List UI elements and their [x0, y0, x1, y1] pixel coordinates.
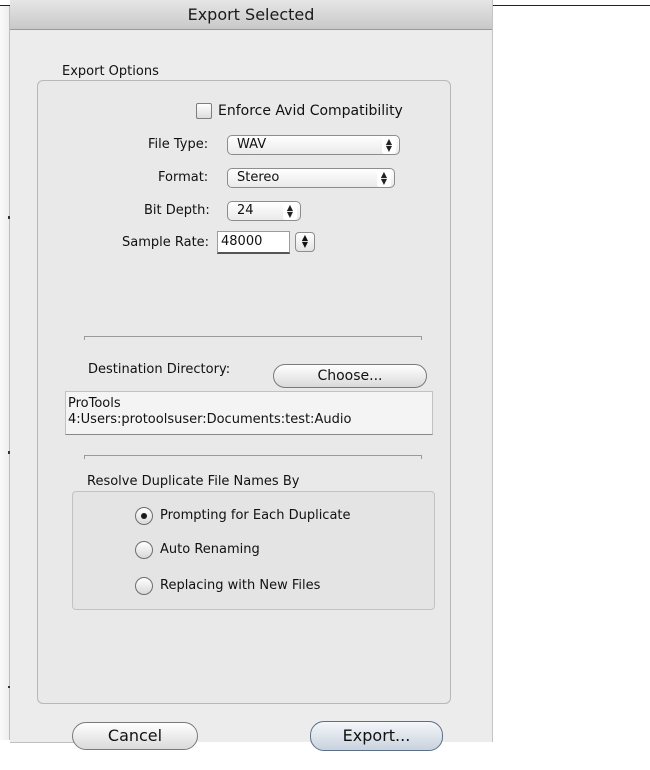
format-label: Format:: [158, 170, 209, 185]
destination-path-box: ProTools 4:Users:protoolsuser:Documents:…: [65, 391, 433, 435]
sample-rate-label: Sample Rate:: [122, 235, 210, 250]
format-select[interactable]: Stereo ▲ ▼: [227, 168, 395, 188]
file-type-label: File Type:: [148, 137, 209, 152]
up-down-arrows-icon: ▲ ▼: [382, 137, 396, 154]
export-button[interactable]: Export...: [310, 721, 443, 751]
separator: [84, 336, 422, 340]
radio-auto-renaming[interactable]: [135, 541, 153, 559]
dialog-title: Export Selected: [10, 0, 492, 30]
radio-replacing-label: Replacing with New Files: [160, 578, 321, 593]
radio-prompting-label: Prompting for Each Duplicate: [160, 508, 351, 523]
sample-rate-value: 48000: [221, 234, 263, 249]
bit-depth-label: Bit Depth:: [144, 203, 210, 218]
destination-path-text: ProTools 4:Users:protoolsuser:Documents:…: [68, 396, 352, 427]
radio-prompting[interactable]: [135, 507, 153, 525]
destination-directory-label: Destination Directory:: [88, 362, 231, 377]
choose-button[interactable]: Choose...: [273, 364, 427, 388]
bit-depth-select[interactable]: 24 ▲ ▼: [227, 201, 301, 221]
bit-depth-value: 24: [237, 203, 254, 218]
enforce-avid-label: Enforce Avid Compatibility: [218, 103, 403, 119]
resolve-duplicates-label: Resolve Duplicate File Names By: [87, 474, 300, 489]
file-type-select[interactable]: WAV ▲ ▼: [227, 135, 400, 155]
up-down-arrows-icon: ▲ ▼: [377, 170, 391, 187]
stepper-arrows-icon[interactable]: ▲ ▼: [295, 232, 315, 252]
radio-auto-renaming-label: Auto Renaming: [160, 542, 260, 557]
enforce-avid-checkbox[interactable]: [196, 103, 212, 119]
separator: [84, 455, 422, 459]
export-options-label: Export Options: [62, 64, 159, 79]
sample-rate-combo: 48000 ▲ ▼: [217, 231, 315, 254]
up-down-arrows-icon: ▲ ▼: [283, 203, 297, 220]
format-value: Stereo: [237, 170, 280, 185]
sample-rate-input[interactable]: 48000: [217, 231, 290, 254]
cancel-button[interactable]: Cancel: [72, 722, 198, 750]
radio-replacing[interactable]: [135, 577, 153, 595]
background-window-edge: [0, 6, 10, 740]
file-type-value: WAV: [237, 137, 267, 152]
